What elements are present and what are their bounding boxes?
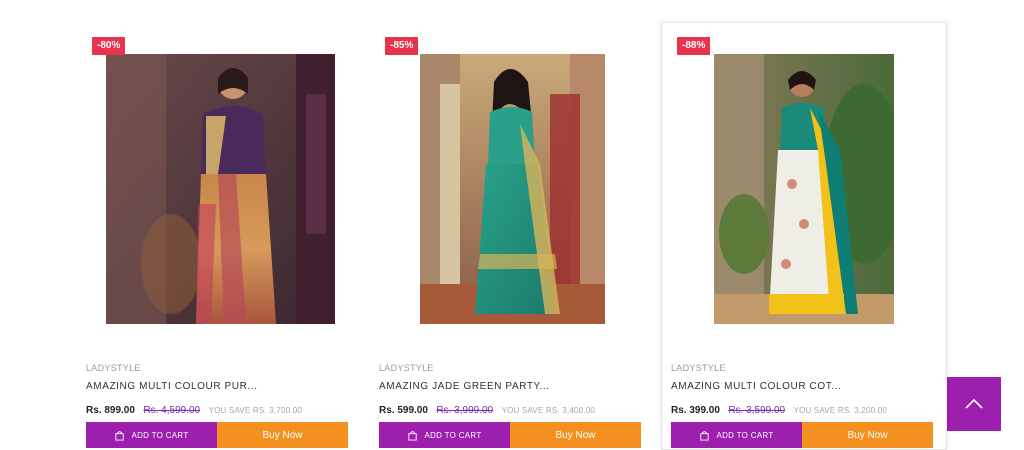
sale-price: Rs. 599.00 [379, 405, 428, 416]
discount-badge: -80% [92, 37, 126, 55]
add-to-cart-label: ADD TO CART [424, 430, 482, 440]
original-price: Rs. 3,599.00 [728, 405, 786, 416]
add-to-cart-label: ADD TO CART [716, 430, 774, 440]
shopping-bag-icon [700, 430, 710, 441]
product-grid: -80% LADYSTYLE AMAZING MULTI COLOUR PUR.… [76, 22, 948, 450]
product-image[interactable] [714, 54, 894, 324]
product-image[interactable] [420, 54, 605, 324]
saree-photo-icon [420, 54, 605, 324]
price-row: Rs. 399.00 Rs. 3,599.00 YOU SAVE RS. 3,2… [671, 400, 887, 418]
saree-photo-icon [714, 54, 894, 324]
product-card[interactable]: -85% LADYSTYLE AMAZING JADE GREEN PARTY.… [369, 22, 655, 450]
product-brand: LADYSTYLE [671, 363, 726, 373]
add-to-cart-button[interactable]: ADD TO CART [379, 422, 510, 448]
product-card[interactable]: -80% LADYSTYLE AMAZING MULTI COLOUR PUR.… [76, 22, 362, 450]
original-price: Rs. 3,999.00 [436, 405, 494, 416]
savings-text: YOU SAVE RS. 3,700.00 [208, 406, 302, 415]
shopping-bag-icon [408, 430, 418, 441]
product-actions: ADD TO CART Buy Now [671, 422, 933, 448]
product-name[interactable]: AMAZING MULTI COLOUR COT... [671, 381, 841, 392]
original-price: Rs. 4,599.00 [143, 405, 201, 416]
discount-badge: -85% [385, 37, 419, 55]
product-actions: ADD TO CART Buy Now [86, 422, 348, 448]
sale-price: Rs. 399.00 [671, 405, 720, 416]
price-row: Rs. 599.00 Rs. 3,999.00 YOU SAVE RS. 3,4… [379, 400, 595, 418]
buy-now-button[interactable]: Buy Now [510, 422, 641, 448]
add-to-cart-button[interactable]: ADD TO CART [671, 422, 802, 448]
add-to-cart-button[interactable]: ADD TO CART [86, 422, 217, 448]
savings-text: YOU SAVE RS. 3,200.00 [793, 406, 887, 415]
product-name[interactable]: AMAZING JADE GREEN PARTY... [379, 381, 550, 392]
shopping-bag-icon [115, 430, 125, 441]
scroll-to-top-button[interactable] [947, 377, 1001, 431]
product-image[interactable] [106, 54, 335, 324]
buy-now-button[interactable]: Buy Now [217, 422, 348, 448]
sale-price: Rs. 899.00 [86, 405, 135, 416]
discount-badge: -88% [677, 37, 711, 55]
product-actions: ADD TO CART Buy Now [379, 422, 641, 448]
chevron-up-icon [965, 399, 983, 409]
saree-photo-icon [106, 54, 335, 324]
product-brand: LADYSTYLE [379, 363, 434, 373]
price-row: Rs. 899.00 Rs. 4,599.00 YOU SAVE RS. 3,7… [86, 400, 302, 418]
savings-text: YOU SAVE RS. 3,400.00 [501, 406, 595, 415]
product-name[interactable]: AMAZING MULTI COLOUR PUR... [86, 381, 258, 392]
buy-now-button[interactable]: Buy Now [802, 422, 933, 448]
product-card[interactable]: -88% LADYSTYLE AMAZING MULTI COLOUR COT.… [661, 22, 947, 450]
add-to-cart-label: ADD TO CART [131, 430, 189, 440]
product-brand: LADYSTYLE [86, 363, 141, 373]
